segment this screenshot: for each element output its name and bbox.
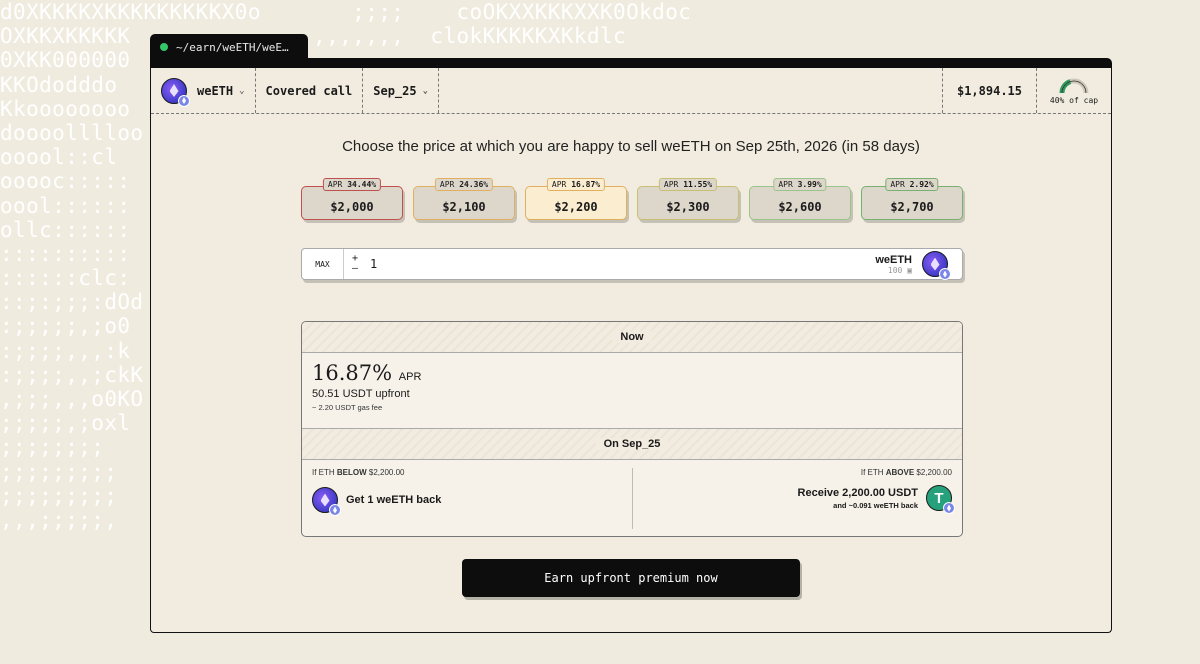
decrement-button[interactable]: – <box>352 264 358 274</box>
strike-apr-label: APR <box>778 180 793 189</box>
wallet-icon: ▣ <box>907 265 912 275</box>
header-spacer <box>439 68 943 113</box>
strike-apr-value: 24.36% <box>459 180 489 189</box>
strike-option[interactable]: APR 16.87% $2,200 <box>525 178 627 220</box>
amount-input-row: MAX + – 1 weETH 100 ▣ <box>301 248 963 280</box>
strike-apr-badge: APR 3.99% <box>773 178 827 191</box>
strike-price: $2,100 <box>442 200 486 214</box>
strike-price: $2,200 <box>554 200 598 214</box>
weeth-token-icon <box>922 251 951 280</box>
expiry-selector[interactable]: Sep_25 ⌄ <box>363 68 440 113</box>
cap-gauge-icon <box>1059 78 1089 93</box>
below-result-text: Get 1 weETH back <box>346 494 442 506</box>
expiry-label: On Sep_25 <box>595 438 669 450</box>
token-selector[interactable]: weETH ⌄ <box>151 68 256 113</box>
max-button[interactable]: MAX <box>302 249 344 279</box>
price-display: $1,894.15 <box>943 68 1037 113</box>
amount-token-symbol: weETH <box>875 253 912 266</box>
strike-price: $2,000 <box>330 200 374 214</box>
strike-apr-badge: APR 16.87% <box>546 178 606 191</box>
strike-apr-value: 3.99% <box>797 180 822 189</box>
below-condition: If ETH BELOW $2,200.00 <box>312 468 405 477</box>
header-bar: weETH ⌄ Covered call Sep_25 ⌄ $1,894.15 … <box>151 68 1111 114</box>
balance-value: 100 <box>887 265 903 275</box>
now-header: Now <box>302 322 962 353</box>
cap-label: 40% of cap <box>1049 95 1099 105</box>
strike-price: $2,300 <box>666 200 710 214</box>
strike-apr-value: 11.55% <box>683 180 713 189</box>
earn-premium-button[interactable]: Earn upfront premium now <box>462 559 800 597</box>
strike-price: $2,700 <box>890 200 934 214</box>
cap-gauge: 40% of cap <box>1037 68 1111 113</box>
strike-apr-badge: APR 24.36% <box>434 178 494 191</box>
app-window: weETH ⌄ Covered call Sep_25 ⌄ $1,894.15 … <box>150 68 1112 633</box>
strike-option[interactable]: APR 24.36% $2,100 <box>413 178 515 220</box>
strike-apr-value: 16.87% <box>571 180 601 189</box>
upfront-amount: 50.51 USDT upfront <box>312 388 410 400</box>
strike-apr-value: 34.44% <box>347 180 377 189</box>
above-result-sub: and ~0.091 weETH back <box>833 500 918 510</box>
expiry-text: Sep_25 <box>373 83 417 98</box>
above-result: Receive 2,200.00 USDT and ~0.091 weETH b… <box>643 485 955 514</box>
status-dot-icon <box>160 43 168 51</box>
strike-apr-badge: APR 2.92% <box>885 178 939 191</box>
strike-apr-label: APR <box>327 180 343 189</box>
strike-apr-label: APR <box>439 180 455 189</box>
weeth-token-icon <box>312 487 341 516</box>
weeth-token-icon <box>161 77 190 107</box>
chevron-down-icon: ⌄ <box>422 85 429 96</box>
strike-apr-value: 2.92% <box>909 180 934 189</box>
apr-unit: APR <box>398 371 422 383</box>
now-details: 16.87% APR 50.51 USDT upfront ~ 2.20 USD… <box>302 353 962 429</box>
strategy-text: Covered call <box>265 83 353 98</box>
strike-apr-label: APR <box>890 180 905 189</box>
outcomes: If ETH BELOW $2,200.00 Get 1 weETH back … <box>302 460 963 536</box>
strike-options: APR 34.44% $2,000 APR 24.36% $2,100 APR 16.8… <box>301 178 963 220</box>
terminal-tab[interactable]: ~/earn/weETH/weE… <box>150 34 308 60</box>
strike-option[interactable]: APR 11.55% $2,300 <box>637 178 739 220</box>
above-result-text: Receive 2,200.00 USDT <box>797 486 918 499</box>
strike-apr-label: APR <box>551 180 567 189</box>
usdt-token-icon: T <box>926 485 955 514</box>
strike-option[interactable]: APR 3.99% $2,600 <box>749 178 851 220</box>
token-balance: 100 ▣ <box>888 266 912 275</box>
apr-value: 16.87% <box>312 361 393 385</box>
strike-option[interactable]: APR 2.92% $2,700 <box>861 178 963 220</box>
strike-apr-badge: APR 34.44% <box>322 178 382 191</box>
token-label: weETH <box>197 83 234 98</box>
page-title: Choose the price at which you are happy … <box>342 138 920 155</box>
gas-fee: ~ 2.20 USDT gas fee <box>312 403 383 412</box>
strike-option[interactable]: APR 34.44% $2,000 <box>301 178 403 220</box>
strategy-label[interactable]: Covered call <box>256 68 364 113</box>
price-text: $1,894.15 <box>956 83 1022 98</box>
now-label: Now <box>612 331 652 343</box>
above-condition: If ETH ABOVE $2,200.00 <box>860 468 952 477</box>
expiry-header: On Sep_25 <box>302 429 962 460</box>
apr-display: 16.87% APR <box>312 361 952 385</box>
tab-path: ~/earn/weETH/weE… <box>176 40 289 54</box>
quantity-stepper[interactable]: + – <box>344 254 366 274</box>
ascii-line: d0XKKKKXKKKKKKKKKX0o ;;;; coOKXXKKKXXK0O… <box>0 0 692 24</box>
strike-apr-label: APR <box>663 180 679 189</box>
amount-token: weETH 100 ▣ <box>875 254 912 275</box>
summary-panel: Now 16.87% APR 50.51 USDT upfront ~ 2.20… <box>301 321 963 537</box>
outcome-below: If ETH BELOW $2,200.00 Get 1 weETH back <box>302 468 633 529</box>
strike-apr-badge: APR 11.55% <box>658 178 718 191</box>
outcome-above: If ETH ABOVE $2,200.00 Receive 2,200.00 … <box>633 460 963 536</box>
amount-input[interactable]: 1 <box>370 257 875 271</box>
chevron-down-icon: ⌄ <box>239 85 245 96</box>
strike-price: $2,600 <box>778 200 822 214</box>
below-result: Get 1 weETH back <box>312 487 622 516</box>
